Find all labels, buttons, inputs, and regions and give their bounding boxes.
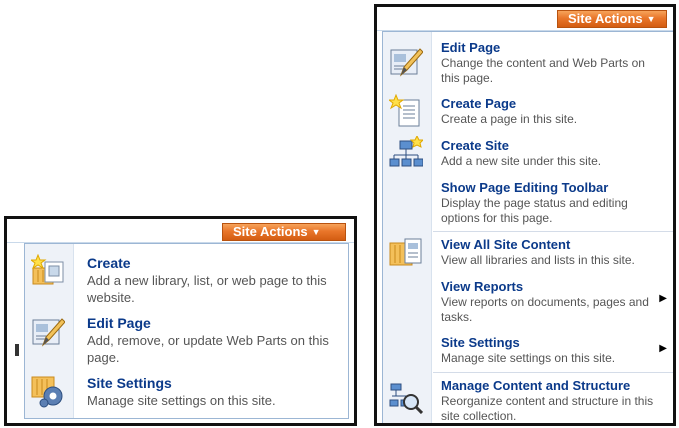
site-actions-label: Site Actions xyxy=(568,11,643,26)
menu-item-description: View reports on documents, pages and tas… xyxy=(441,295,649,324)
menu-item-manage-content-and-structure[interactable]: Manage Content and Structure Reorganize … xyxy=(383,376,673,423)
menu-item-description: View all libraries and lists in this sit… xyxy=(441,253,635,267)
submenu-arrow-icon: ▶ xyxy=(659,343,667,354)
edit-page-icon xyxy=(32,318,65,347)
menu-item-description: Add a new site under this site. xyxy=(441,154,602,168)
create-icon xyxy=(31,254,64,285)
menu-item-title: Site Settings xyxy=(87,375,172,391)
menu-item-title: Edit Page xyxy=(87,315,151,331)
create-site-icon xyxy=(389,136,423,167)
menu-item-description: Manage site settings on this site. xyxy=(441,351,616,365)
site-actions-label: Site Actions xyxy=(233,224,308,239)
menu-item-description: Display the page status and editing opti… xyxy=(441,196,628,225)
page-fragment xyxy=(15,344,19,356)
menu-item-description: Change the content and Web Parts on this… xyxy=(441,56,645,85)
menu-item-view-reports[interactable]: View Reports View reports on documents, … xyxy=(383,277,673,327)
view-all-content-icon xyxy=(389,238,422,266)
menu-item-edit-page[interactable]: Edit Page Add, remove, or update Web Par… xyxy=(25,312,348,366)
dropdown-arrow-icon: ▼ xyxy=(646,14,656,24)
menu-item-view-all-site-content[interactable]: View All Site Content View all libraries… xyxy=(383,235,673,271)
menu-item-description: Create a page in this site. xyxy=(441,112,578,126)
site-actions-menu: Create Add a new library, list, or web p… xyxy=(24,243,349,419)
site-actions-menu: Edit Page Change the content and Web Par… xyxy=(382,31,673,423)
menu-separator xyxy=(433,231,673,232)
menu-item-description: Manage site settings on this site. xyxy=(87,393,276,408)
menu-item-title: Site Settings xyxy=(441,335,520,350)
menu-item-show-page-editing-toolbar[interactable]: Show Page Editing Toolbar Display the pa… xyxy=(383,178,673,228)
menu-item-site-settings[interactable]: Site Settings Manage site settings on th… xyxy=(383,333,673,369)
manage-content-icon xyxy=(389,383,423,414)
menu-item-title: Show Page Editing Toolbar xyxy=(441,180,609,195)
large-screenshot-panel: Site Actions ▼ Edit Page Change the conte… xyxy=(374,4,676,426)
menu-item-title: Create Site xyxy=(441,138,509,153)
menu-separator xyxy=(433,372,673,373)
menu-item-title: View Reports xyxy=(441,279,524,294)
menu-item-edit-page[interactable]: Edit Page Change the content and Web Par… xyxy=(383,38,673,88)
edit-page-icon xyxy=(390,48,423,77)
menu-item-title: Manage Content and Structure xyxy=(441,378,631,393)
create-page-icon xyxy=(389,94,420,127)
menu-item-title: View All Site Content xyxy=(441,237,571,252)
menu-item-create-site[interactable]: Create Site Add a new site under this si… xyxy=(383,136,673,172)
submenu-arrow-icon: ▶ xyxy=(659,293,667,304)
menu-item-site-settings[interactable]: Site Settings Manage site settings on th… xyxy=(25,372,348,412)
menu-item-description: Reorganize content and structure in this… xyxy=(441,394,654,423)
menu-item-title: Create Page xyxy=(441,96,517,111)
menu-item-create-page[interactable]: Create Page Create a page in this site. xyxy=(383,94,673,130)
menu-item-description: Add, remove, or update Web Parts on this… xyxy=(87,333,329,365)
small-screenshot-panel: Site Actions ▼ Create Add a new library, … xyxy=(4,216,357,426)
menu-item-create[interactable]: Create Add a new library, list, or web p… xyxy=(25,252,348,306)
menu-item-title: Create xyxy=(87,255,131,271)
menu-item-title: Edit Page xyxy=(441,40,501,55)
dropdown-arrow-icon: ▼ xyxy=(311,227,321,237)
site-settings-icon xyxy=(31,376,63,408)
site-actions-button[interactable]: Site Actions ▼ xyxy=(557,10,667,28)
menu-item-description: Add a new library, list, or web page to … xyxy=(87,273,327,305)
site-actions-button[interactable]: Site Actions ▼ xyxy=(222,223,346,241)
